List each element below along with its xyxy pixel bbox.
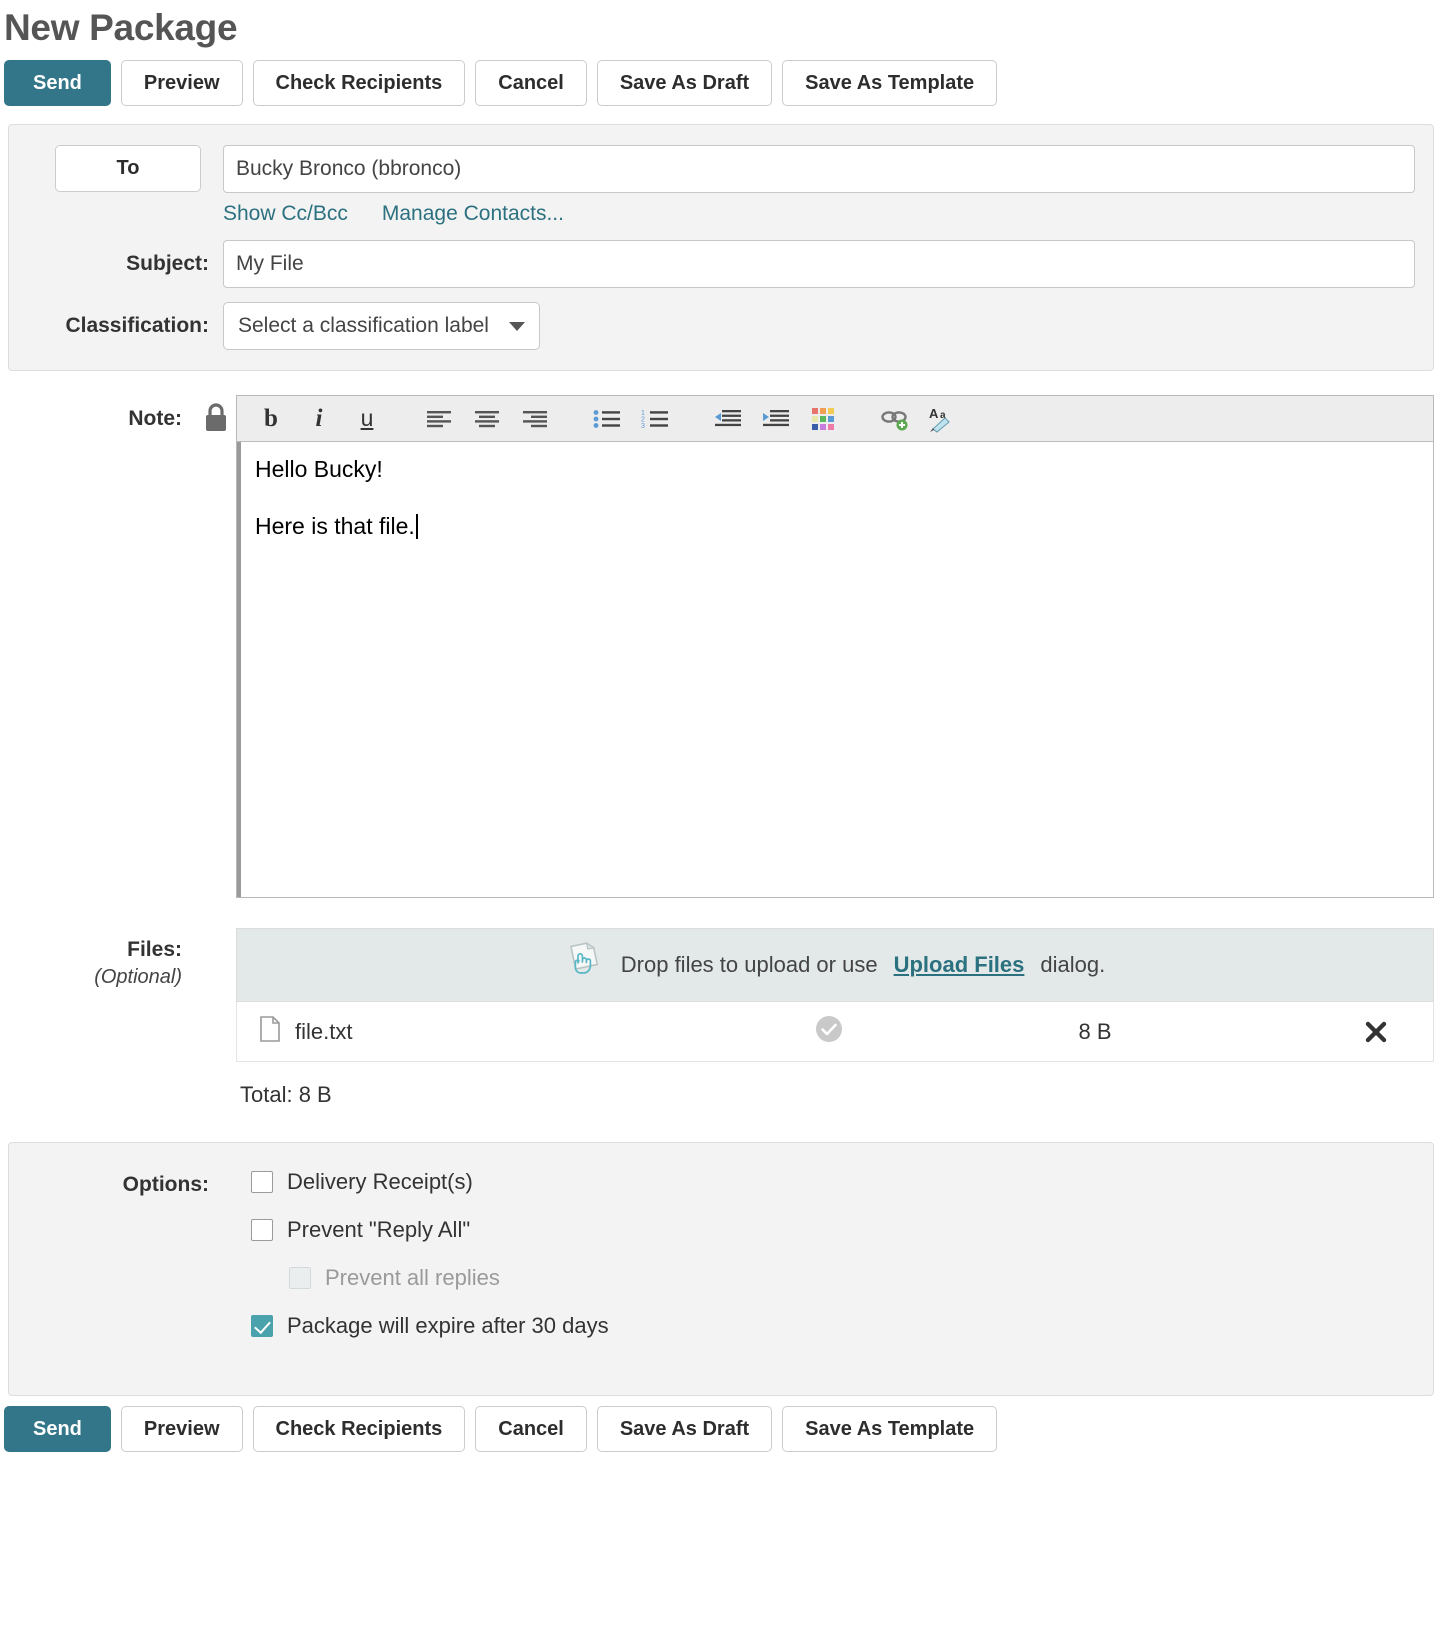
numbered-list-icon[interactable]: 123 [631,399,679,439]
note-editor-body[interactable]: Hello Bucky! Here is that file. [237,442,1433,898]
note-label: Note: [128,407,182,431]
send-button-top[interactable]: Send [4,60,111,107]
file-drop-zone[interactable]: Drop files to upload or use Upload Files… [236,928,1434,1003]
drop-text-before: Drop files to upload or use [620,952,878,978]
option-label: Package will expire after 30 days [287,1313,609,1339]
svg-text:3: 3 [641,423,645,429]
spell-check-icon[interactable]: A a [919,399,967,439]
align-center-icon[interactable] [463,399,511,439]
files-total-label: Total: 8 B [240,1082,332,1108]
bold-icon[interactable]: b [247,399,295,439]
upload-files-link[interactable]: Upload Files [894,952,1025,978]
option-prevent-all-replies: Prevent all replies [289,1265,1415,1291]
subject-field-row: Subject: [27,240,1415,289]
classification-label: Classification: [65,314,209,338]
subject-label: Subject: [126,252,209,276]
note-section: Note: b i u 1 2 3 A a Hello Bucky! Here … [0,395,1434,899]
top-button-bar: Send Preview Check Recipients Cancel Sav… [0,50,1434,107]
check-recipients-button-bottom[interactable]: Check Recipients [252,1406,466,1453]
option-label: Prevent "Reply All" [287,1217,471,1243]
bulleted-list-icon[interactable] [583,399,631,439]
document-icon [259,1016,281,1048]
italic-icon[interactable]: i [295,399,343,439]
bottom-button-bar: Send Preview Check Recipients Cancel Sav… [0,1396,1434,1468]
files-section: Files: (Optional) Drop files to upload o… [0,928,1434,1108]
lock-icon [203,403,229,438]
drop-file-hand-icon [565,941,605,989]
outdent-icon[interactable] [703,399,751,439]
classification-select[interactable]: Select a classification label [223,302,540,351]
cancel-button-top[interactable]: Cancel [475,60,587,107]
to-field-row: To [27,145,1415,194]
preview-button-top[interactable]: Preview [120,60,243,107]
text-caret [415,514,418,540]
note-line-2-wrap: Here is that file. [255,511,1419,542]
file-name-cell: file.txt [259,1016,729,1048]
save-as-template-button-bottom[interactable]: Save As Template [782,1406,998,1453]
classification-field-row: Classification: Select a classification … [27,302,1415,351]
delivery-receipts-checkbox[interactable] [251,1171,273,1194]
files-optional-label: (Optional) [94,966,182,989]
to-input[interactable] [223,145,1415,194]
cancel-button-bottom[interactable]: Cancel [475,1406,587,1453]
check-circle-icon [814,1014,844,1049]
classification-selected-value: Select a classification label [238,314,489,338]
subject-input[interactable] [223,240,1415,289]
manage-contacts-link[interactable]: Manage Contacts... [382,202,564,226]
package-expire-checkbox[interactable] [251,1315,273,1338]
note-editor: b i u 1 2 3 A a Hello Bucky! Here is tha… [236,395,1434,899]
file-size-label: 8 B [1078,1018,1112,1044]
table-row: file.txt 8 B [236,1002,1434,1063]
note-lock-wrap [196,395,236,438]
check-recipients-button-top[interactable]: Check Recipients [252,60,466,107]
align-left-icon[interactable] [415,399,463,439]
option-label: Prevent all replies [325,1265,500,1291]
chevron-down-icon [508,321,525,331]
align-right-icon[interactable] [511,399,559,439]
option-delivery-receipts[interactable]: Delivery Receipt(s) [251,1169,1415,1195]
new-package-page: New Package Send Preview Check Recipient… [0,6,1448,1468]
prevent-reply-all-checkbox[interactable] [251,1219,273,1242]
save-as-draft-button-bottom[interactable]: Save As Draft [596,1406,773,1453]
drop-text-after: dialog. [1040,952,1106,978]
options-panel: Options: Delivery Receipt(s) Prevent "Re… [8,1142,1434,1397]
save-as-template-button-top[interactable]: Save As Template [782,60,998,107]
recipient-header-panel: To Show Cc/Bcc Manage Contacts... Subjec… [8,124,1434,372]
files-panel: Drop files to upload or use Upload Files… [236,928,1434,1108]
prevent-all-replies-checkbox [289,1267,311,1290]
options-list: Delivery Receipt(s) Prevent "Reply All" … [251,1169,1415,1361]
note-editor-toolbar: b i u 1 2 3 A a [237,396,1433,443]
options-label: Options: [122,1173,209,1197]
option-label: Delivery Receipt(s) [287,1169,473,1195]
remove-file-button[interactable] [1341,1020,1411,1044]
option-package-expire[interactable]: Package will expire after 30 days [251,1313,1415,1339]
files-label-group: Files: (Optional) [0,928,196,989]
insert-link-icon[interactable] [871,399,919,439]
svg-text:A: A [929,406,939,421]
file-name-label: file.txt [295,1018,353,1044]
text-color-palette-icon[interactable] [799,399,847,439]
page-title: New Package [4,7,238,48]
indent-icon[interactable] [751,399,799,439]
recipient-links: Show Cc/Bcc Manage Contacts... [223,193,1415,226]
note-line-2: Here is that file. [255,513,415,540]
send-button-bottom[interactable]: Send [4,1406,111,1453]
files-label: Files: [127,938,182,962]
show-cc-bcc-link[interactable]: Show Cc/Bcc [223,202,348,226]
note-line-1: Hello Bucky! [255,456,383,483]
save-as-draft-button-top[interactable]: Save As Draft [596,60,773,107]
option-prevent-reply-all[interactable]: Prevent "Reply All" [251,1217,1415,1243]
to-button[interactable]: To [55,145,201,193]
preview-button-bottom[interactable]: Preview [120,1406,243,1453]
underline-icon[interactable]: u [343,399,391,439]
